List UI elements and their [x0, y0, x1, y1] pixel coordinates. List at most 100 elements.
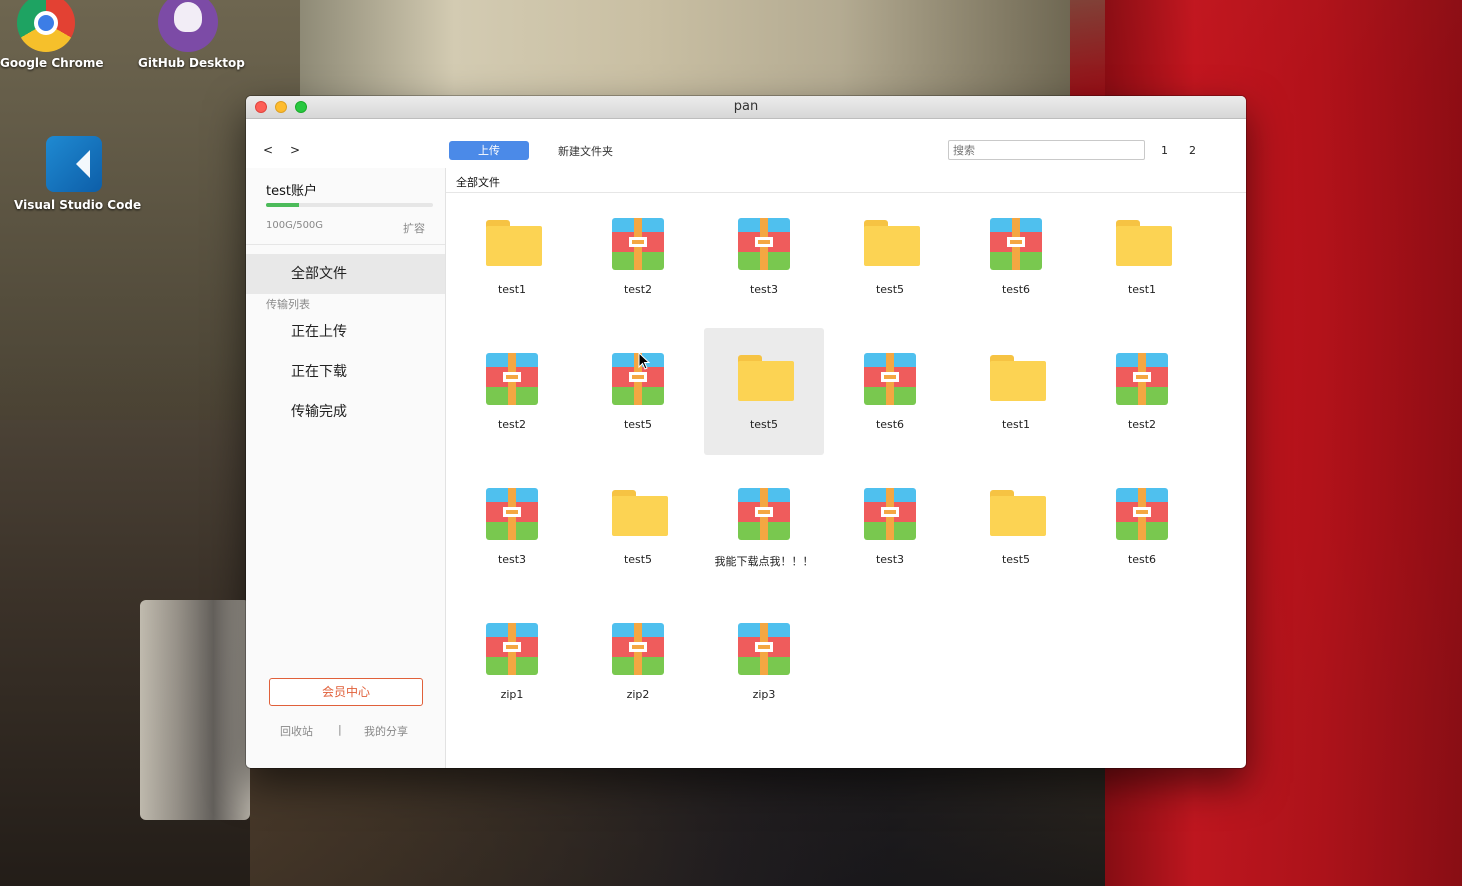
zip-archive-icon — [1116, 353, 1168, 405]
zip-icon-part — [503, 507, 521, 517]
desktop-icon-label: GitHub Desktop — [138, 56, 245, 70]
zip-file-item[interactable]: test6 — [1082, 463, 1202, 590]
zip-file-item[interactable]: test6 — [830, 328, 950, 455]
search-input[interactable] — [948, 140, 1145, 160]
recycle-bin-link[interactable]: 回收站 — [280, 723, 313, 739]
file-name: test5 — [623, 418, 653, 431]
forward-button[interactable]: > — [290, 143, 300, 157]
quota-bar-fill — [266, 203, 300, 207]
github-desktop-icon — [158, 0, 218, 52]
zip-icon-part — [755, 642, 773, 652]
zip-file-item[interactable]: zip1 — [452, 598, 572, 725]
file-name: test5 — [875, 283, 905, 296]
file-name: test6 — [1001, 283, 1031, 296]
zip-archive-icon — [738, 623, 790, 675]
zoom-window-button[interactable] — [295, 101, 307, 113]
vip-center-button[interactable]: 会员中心 — [269, 678, 423, 706]
zip-file-item[interactable]: test6 — [956, 193, 1076, 320]
file-name: test5 — [1001, 553, 1031, 566]
sidebar-item-uploading[interactable]: 正在上传 — [291, 321, 347, 341]
folder-icon — [990, 488, 1046, 540]
zip-file-item[interactable]: test3 — [452, 463, 572, 590]
zip-file-item[interactable]: test5 — [578, 328, 698, 455]
zip-archive-icon — [612, 623, 664, 675]
zip-file-item[interactable]: test2 — [578, 193, 698, 320]
quota-text: 100G/500G — [266, 220, 324, 231]
file-name: zip2 — [626, 688, 650, 701]
zip-icon-part — [1007, 237, 1025, 247]
chrome-icon — [17, 0, 75, 52]
folder-item[interactable]: test5 — [704, 328, 824, 455]
zip-archive-icon — [990, 218, 1042, 270]
file-name: zip1 — [500, 688, 524, 701]
file-grid: test1 test2 test3 test5 test6 test1 test2 test5… — [446, 193, 1246, 768]
file-name: test6 — [1127, 553, 1157, 566]
folder-item[interactable]: test1 — [956, 328, 1076, 455]
sidebar: test账户 100G/500G 扩容 全部文件 传输列表 正在上传 正在下载 … — [246, 168, 446, 768]
zip-file-item[interactable]: test3 — [830, 463, 950, 590]
desktop-icon-github[interactable]: GitHub Desktop — [138, 0, 245, 70]
my-shares-link[interactable]: 我的分享 — [364, 723, 408, 739]
folder-item[interactable]: test5 — [956, 463, 1076, 590]
file-name: test2 — [1127, 418, 1157, 431]
zip-archive-icon — [486, 488, 538, 540]
folder-item[interactable]: test5 — [830, 193, 950, 320]
wallpaper-sign — [300, 0, 1070, 98]
page-1-button[interactable]: 1 — [1161, 144, 1168, 157]
toolbar: < > 上传 新建文件夹 1 2 — [246, 119, 1246, 169]
quota-bar — [266, 203, 433, 207]
folder-icon — [1116, 218, 1172, 270]
zip-icon-part — [1133, 372, 1151, 382]
zip-icon-part — [755, 237, 773, 247]
zip-icon-part — [503, 372, 521, 382]
file-name: test1 — [497, 283, 527, 296]
back-button[interactable]: < — [263, 143, 273, 157]
zip-archive-icon — [864, 353, 916, 405]
zip-archive-icon — [486, 353, 538, 405]
desktop-icon-chrome[interactable]: Google Chrome — [0, 0, 104, 70]
footer-divider: | — [338, 723, 342, 736]
breadcrumb: 全部文件 — [446, 168, 1246, 193]
zip-file-item[interactable]: test3 — [704, 193, 824, 320]
app-window: pan < > 上传 新建文件夹 1 2 test账户 100G/500G 扩容… — [246, 96, 1246, 768]
breadcrumb-current[interactable]: 全部文件 — [456, 174, 500, 190]
zip-file-item[interactable]: zip2 — [578, 598, 698, 725]
expand-storage-link[interactable]: 扩容 — [403, 220, 425, 236]
zip-icon-part — [1133, 507, 1151, 517]
window-titlebar[interactable]: pan — [246, 96, 1246, 119]
zip-icon-part — [629, 237, 647, 247]
window-controls — [255, 101, 307, 113]
file-name: test5 — [749, 418, 779, 431]
folder-icon — [612, 488, 668, 540]
zip-file-item[interactable]: zip3 — [704, 598, 824, 725]
minimize-window-button[interactable] — [275, 101, 287, 113]
file-name: test6 — [875, 418, 905, 431]
close-window-button[interactable] — [255, 101, 267, 113]
zip-file-item[interactable]: test2 — [1082, 328, 1202, 455]
folder-item[interactable]: test1 — [452, 193, 572, 320]
upload-button[interactable]: 上传 — [449, 141, 529, 160]
zip-file-item[interactable]: test2 — [452, 328, 572, 455]
zip-archive-icon — [1116, 488, 1168, 540]
folder-icon — [990, 353, 1046, 405]
file-name: test3 — [497, 553, 527, 566]
file-name: 我能下载点我！！！ — [714, 555, 814, 568]
zip-icon-part — [503, 642, 521, 652]
desktop-icon-label: Google Chrome — [0, 56, 104, 70]
folder-icon — [864, 218, 920, 270]
desktop-icon-vscode[interactable]: Visual Studio Code — [14, 136, 141, 212]
file-name: test2 — [623, 283, 653, 296]
file-name: test2 — [497, 418, 527, 431]
sidebar-item-completed[interactable]: 传输完成 — [291, 401, 347, 421]
folder-item[interactable]: test5 — [578, 463, 698, 590]
transfer-list-heading: 传输列表 — [266, 298, 310, 311]
zip-archive-icon — [738, 488, 790, 540]
page-2-button[interactable]: 2 — [1189, 144, 1196, 157]
sidebar-item-downloading[interactable]: 正在下载 — [291, 361, 347, 381]
folder-item[interactable]: test1 — [1082, 193, 1202, 320]
file-name: test1 — [1001, 418, 1031, 431]
sidebar-item-all-files[interactable]: 全部文件 — [246, 254, 445, 294]
account-name: test账户 — [266, 184, 317, 199]
zip-file-item[interactable]: 我能下载点我！！！ — [704, 463, 824, 590]
new-folder-button[interactable]: 新建文件夹 — [558, 143, 613, 159]
